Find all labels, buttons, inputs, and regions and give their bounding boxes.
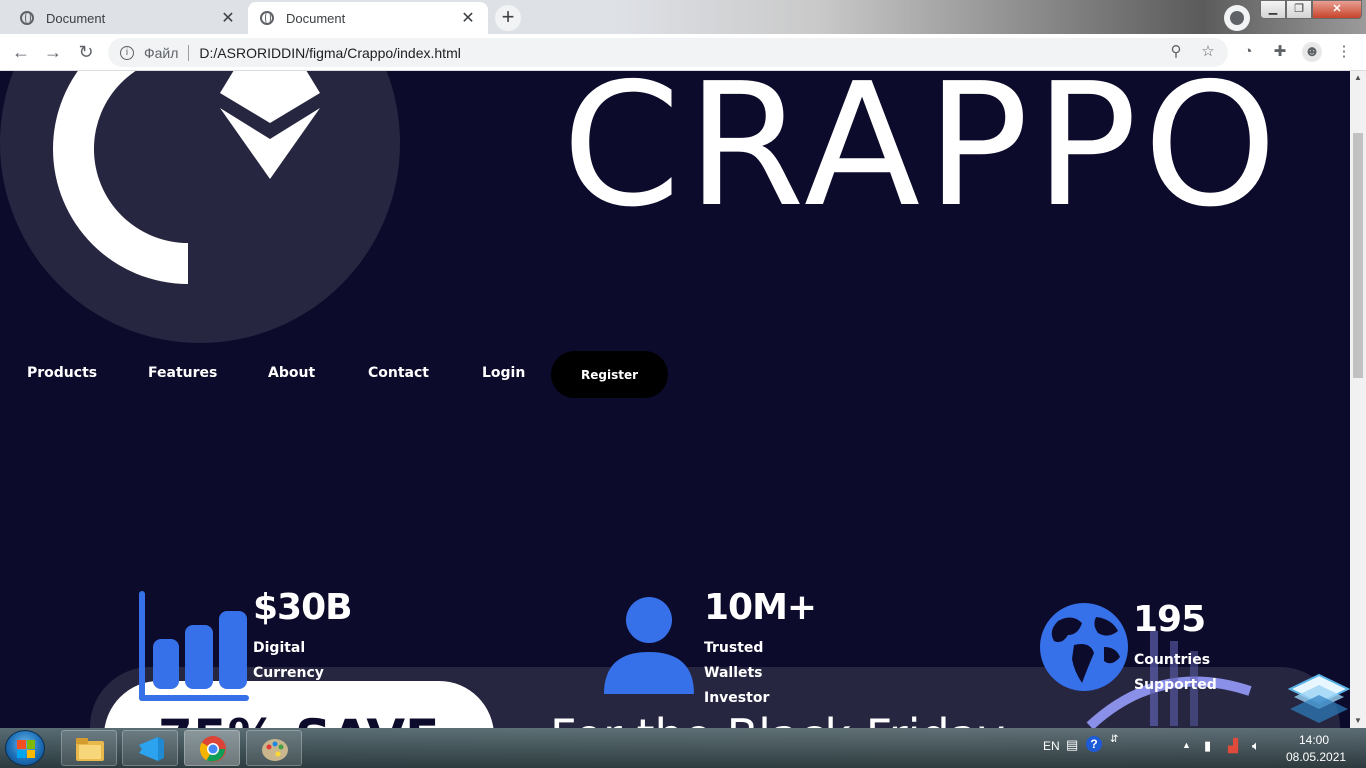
stat-value: 10M+ (704, 587, 817, 628)
taskbar-vscode-button[interactable] (122, 730, 178, 766)
paint-palette-icon (262, 739, 288, 761)
address-separator (188, 44, 190, 61)
info-icon[interactable]: i (120, 45, 134, 60)
nav-login[interactable]: Login (482, 365, 525, 381)
close-window-button[interactable]: ✕ (1312, 0, 1362, 19)
tab-close-icon[interactable]: ✕ (460, 8, 476, 28)
promo-save-text: 75% SAVE (158, 709, 439, 728)
vscode-icon (139, 737, 164, 761)
address-bar[interactable]: i Файл D:/ASRORIDDIN/figma/Crappo/index.… (108, 38, 1228, 67)
stat-label: Supported (1134, 677, 1217, 693)
extension-compass-icon[interactable]: ◔ (1238, 42, 1258, 62)
tray-expand-icon[interactable]: ⇵ (1110, 734, 1118, 745)
globe-icon (20, 11, 34, 25)
volume-icon[interactable]: 🔈︎ (1252, 738, 1260, 754)
clock-date[interactable]: 08.05.2021 (1286, 750, 1346, 764)
stat-label: Wallets (704, 665, 763, 681)
windows-taskbar: EN ▤ ? ⇵ ▲ ▮ ▟ 🔈︎ 14:00 08.05.2021 (0, 728, 1366, 768)
network-icon[interactable]: ▟ (1228, 738, 1238, 754)
profile-avatar-icon[interactable]: ☻ (1302, 42, 1322, 62)
browser-tab-active[interactable]: Document ✕ (248, 2, 488, 34)
taskbar-explorer-button[interactable] (61, 730, 117, 766)
scroll-down-arrow-icon[interactable]: ▼ (1350, 714, 1366, 728)
address-url[interactable]: D:/ASRORIDDIN/figma/Crappo/index.html (199, 45, 460, 61)
minimize-button[interactable]: ▁ (1260, 0, 1286, 19)
tab-title: Document (286, 10, 346, 26)
forward-arrow-icon[interactable]: → (41, 41, 65, 65)
tab-search-icon[interactable] (1224, 5, 1250, 31)
scroll-up-arrow-icon[interactable]: ▲ (1350, 71, 1366, 85)
nav-about[interactable]: About (268, 365, 315, 381)
battery-icon[interactable]: ▮ (1204, 738, 1211, 754)
taskbar-chrome-button[interactable] (184, 730, 240, 766)
browser-tab[interactable]: Document ✕ (8, 2, 248, 34)
stat-value: 195 (1133, 599, 1206, 640)
promo-headline: For the Black Friday (550, 709, 1005, 728)
stat-label: Trusted (704, 640, 764, 656)
register-button[interactable]: Register (551, 351, 668, 398)
stat-label: Currency (253, 665, 324, 681)
crappo-logo-icon (53, 71, 320, 284)
nav-contact[interactable]: Contact (368, 365, 429, 381)
stat-label: Investor (704, 690, 770, 706)
user-icon (604, 597, 694, 694)
browser-tab-strip: Document ✕ Document ✕ + ▁ ❐ ✕ (0, 0, 1366, 34)
tab-close-icon[interactable]: ✕ (220, 8, 236, 28)
globe-icon (260, 11, 274, 25)
tab-title: Document (46, 10, 106, 26)
pdf-tray-icon[interactable]: ▤ (1066, 737, 1078, 753)
windows-logo-icon (17, 740, 35, 758)
stat-label: Digital (253, 640, 306, 656)
reload-icon[interactable]: ↻ (74, 41, 98, 65)
extensions-puzzle-icon[interactable]: ✚ (1270, 42, 1290, 62)
nav-features[interactable]: Features (148, 365, 217, 381)
nav-products[interactable]: Products (27, 365, 97, 381)
show-hidden-icons[interactable]: ▲ (1182, 740, 1191, 750)
chrome-icon (199, 736, 226, 762)
language-indicator[interactable]: EN (1043, 739, 1060, 753)
taskbar-paint-button[interactable] (246, 730, 302, 766)
maximize-button[interactable]: ❐ (1286, 0, 1312, 19)
scrollbar-thumb[interactable] (1353, 133, 1363, 378)
brand-title: CRAPPO (562, 71, 1284, 245)
page-viewport: CRAPPO Products Features About Contact L… (0, 71, 1350, 728)
stat-value: $30B (253, 587, 353, 628)
browser-toolbar: ← → ↻ i Файл D:/ASRORIDDIN/figma/Crappo/… (0, 34, 1366, 71)
zoom-icon[interactable]: ⚲ (1166, 42, 1186, 62)
clock-time[interactable]: 14:00 (1299, 733, 1329, 747)
new-tab-button[interactable]: + (495, 5, 521, 31)
address-scheme-label: Файл (144, 44, 179, 61)
folder-icon (76, 738, 104, 761)
back-arrow-icon[interactable]: ← (9, 41, 33, 65)
bar-chart-icon (139, 591, 249, 701)
start-button[interactable] (5, 730, 45, 766)
stat-label: Countries (1134, 652, 1211, 668)
help-tray-icon[interactable]: ? (1086, 736, 1102, 752)
window-controls: ▁ ❐ ✕ (1260, 0, 1364, 19)
bookmark-star-icon[interactable]: ☆ (1198, 42, 1218, 62)
layers-logo-icon (1288, 673, 1350, 723)
page-scrollbar[interactable]: ▲ ▼ (1350, 71, 1366, 728)
menu-kebab-icon[interactable]: ⋮ (1334, 42, 1354, 62)
globe-icon (1040, 603, 1128, 691)
